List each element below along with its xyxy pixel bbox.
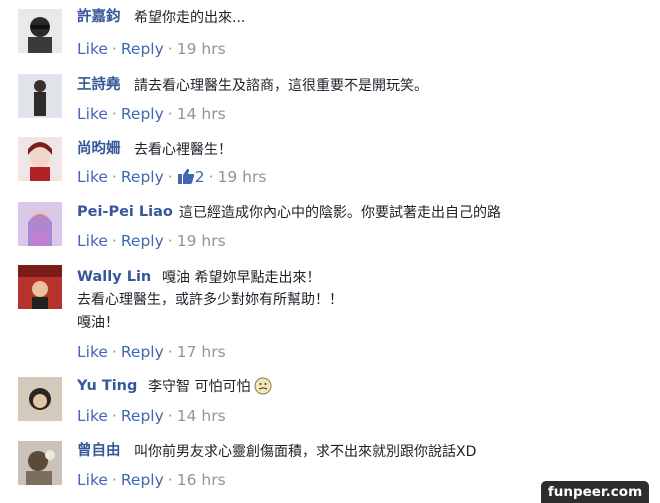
commenter-name[interactable]: 曾自由 [77,441,121,461]
comment-actions: Like · Reply · 17 hrs [77,342,226,362]
separator: · [208,168,214,186]
commenter-name[interactable]: 許嘉鈞 [77,7,121,27]
avatar[interactable] [18,9,62,53]
reply-link[interactable]: Reply [121,232,164,250]
comment-text: 叫你前男友求心靈創傷面積，求不出來就別跟你說話XD [134,444,477,460]
comment-text: 李守智 可怕可怕 [148,377,272,397]
separator: · [167,168,173,186]
like-link[interactable]: Like [77,232,108,250]
comment-actions: Like · Reply · 2 · 19 hrs [77,167,266,187]
reply-link[interactable]: Reply [121,471,164,489]
timestamp[interactable]: 16 hrs [177,471,226,489]
separator: · [167,407,173,425]
timestamp[interactable]: 19 hrs [218,168,267,186]
avatar[interactable] [18,202,62,246]
like-link[interactable]: Like [77,407,108,425]
timestamp[interactable]: 14 hrs [177,105,226,123]
reply-link[interactable]: Reply [121,343,164,361]
comment-text: 這已經造成你內心中的陰影。你要試著走出自己的路 [179,205,501,221]
comment-actions: Like · Reply · 19 hrs [77,39,226,59]
reply-link[interactable]: Reply [121,40,164,58]
comment-actions: Like · Reply · 14 hrs [77,104,226,124]
avatar[interactable] [18,441,62,485]
separator: · [111,105,117,123]
timestamp[interactable]: 14 hrs [177,407,226,425]
comment-text: 嘎油！ [77,315,119,331]
like-link[interactable]: Like [77,168,108,186]
separator: · [111,407,117,425]
comment-text: 去看心裡醫生！ [134,142,232,158]
separator: · [167,471,173,489]
commenter-name[interactable]: Yu Ting [77,376,137,396]
like-link[interactable]: Like [77,471,108,489]
separator: · [167,40,173,58]
smiley-emoji-icon [254,377,272,395]
separator: · [111,471,117,489]
comment-text: 去看心理醫生，或許多少對妳有所幫助！！ [77,292,343,308]
separator: · [167,232,173,250]
like-link[interactable]: Like [77,105,108,123]
reply-link[interactable]: Reply [121,168,164,186]
separator: · [111,343,117,361]
comment-text: 請去看心理醫生及諮商，這很重要不是開玩笑。 [134,78,428,94]
commenter-name[interactable]: Pei-Pei Liao [77,202,173,222]
avatar[interactable] [18,137,62,181]
commenter-name[interactable]: 尚昀姍 [77,139,121,159]
comment-actions: Like · Reply · 14 hrs [77,406,226,426]
separator: · [111,168,117,186]
comment-actions: Like · Reply · 19 hrs [77,231,226,251]
timestamp[interactable]: 17 hrs [177,343,226,361]
comment-actions: Like · Reply · 16 hrs [77,470,226,490]
thumbs-up-icon[interactable] [177,167,195,185]
commenter-name[interactable]: 王詩堯 [77,75,121,95]
commenter-name[interactable]: Wally Lin [77,267,151,287]
avatar[interactable] [18,377,62,421]
reply-link[interactable]: Reply [121,105,164,123]
like-link[interactable]: Like [77,343,108,361]
comment-text: 希望你走的出來... [134,10,246,26]
avatar[interactable] [18,265,62,309]
like-count[interactable]: 2 [195,168,205,186]
reply-link[interactable]: Reply [121,407,164,425]
comment-text-content: 李守智 可怕可怕 [148,379,251,395]
separator: · [167,105,173,123]
separator: · [111,232,117,250]
like-link[interactable]: Like [77,40,108,58]
timestamp[interactable]: 19 hrs [177,40,226,58]
comment-text: 嘎油 希望妳早點走出來！ [162,270,321,286]
avatar[interactable] [18,74,62,118]
separator: · [167,343,173,361]
site-watermark: funpeer.com [541,481,649,503]
separator: · [111,40,117,58]
timestamp[interactable]: 19 hrs [177,232,226,250]
